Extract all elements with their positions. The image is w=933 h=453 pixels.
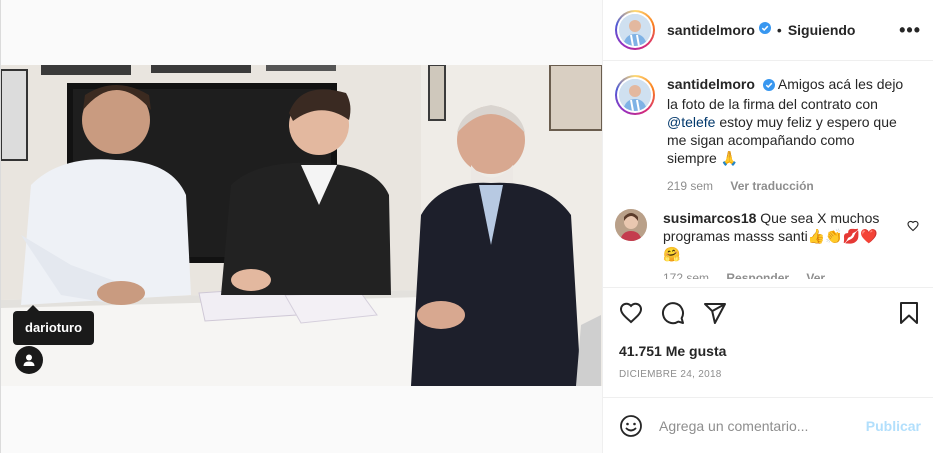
verified-badge-icon bbox=[758, 21, 771, 39]
author-avatar[interactable] bbox=[615, 10, 655, 50]
comment-reply-button[interactable]: Responder bbox=[726, 271, 789, 279]
post-modal: darioturo santidelmoro • Siguiendo ••• s… bbox=[0, 0, 933, 453]
comment-meta: 172 sem Responder Ver traducción bbox=[663, 269, 885, 279]
post-date[interactable]: DICIEMBRE 24, 2018 bbox=[619, 369, 722, 380]
emoji-icon[interactable] bbox=[619, 414, 643, 438]
add-comment-bar: Publicar bbox=[603, 397, 933, 453]
caption-text: santidelmoro Amigos acá les dejo la foto… bbox=[667, 75, 905, 195]
caption-time: 219 sem bbox=[667, 179, 714, 193]
following-button[interactable]: Siguiendo bbox=[788, 22, 856, 38]
comment-text: susimarcos18 Que sea X muchos programas … bbox=[663, 209, 885, 279]
more-options-icon[interactable]: ••• bbox=[899, 20, 921, 41]
bookmark-icon[interactable] bbox=[897, 301, 921, 325]
user-tag-username[interactable]: darioturo bbox=[25, 320, 82, 335]
heart-icon[interactable] bbox=[619, 301, 643, 325]
share-icon[interactable] bbox=[703, 301, 727, 325]
post-actions-bar bbox=[603, 287, 933, 337]
header-separator: • bbox=[776, 22, 782, 38]
caption: santidelmoro Amigos acá les dejo la foto… bbox=[615, 75, 919, 195]
user-tag-icon[interactable] bbox=[15, 346, 43, 374]
comment-avatar[interactable] bbox=[615, 209, 647, 241]
comments-list[interactable]: santidelmoro Amigos acá les dejo la foto… bbox=[603, 61, 933, 287]
caption-username[interactable]: santidelmoro bbox=[667, 76, 755, 92]
post-media-area: darioturo bbox=[1, 0, 602, 453]
likes-count[interactable]: 41.751 Me gusta bbox=[619, 343, 726, 359]
comment-input[interactable] bbox=[659, 417, 866, 434]
verified-badge-icon bbox=[762, 77, 775, 95]
comment-icon[interactable] bbox=[661, 301, 685, 325]
comment-username[interactable]: susimarcos18 bbox=[663, 210, 756, 226]
comment-item: susimarcos18 Que sea X muchos programas … bbox=[615, 209, 919, 279]
comment-like-icon[interactable] bbox=[907, 219, 919, 237]
comment-time: 172 sem bbox=[663, 271, 710, 279]
caption-meta: 219 sem Ver traducción bbox=[667, 177, 905, 195]
caption-avatar[interactable] bbox=[615, 75, 655, 115]
caption-mention-link[interactable]: @telefe bbox=[667, 114, 715, 130]
author-username[interactable]: santidelmoro bbox=[667, 22, 755, 38]
user-tag-bubble[interactable]: darioturo bbox=[13, 305, 95, 345]
publish-button[interactable]: Publicar bbox=[866, 418, 921, 434]
caption-translate-button[interactable]: Ver traducción bbox=[730, 179, 813, 193]
post-header: santidelmoro • Siguiendo ••• bbox=[603, 0, 933, 61]
post-side-panel: santidelmoro • Siguiendo ••• santidelmor… bbox=[602, 0, 933, 453]
